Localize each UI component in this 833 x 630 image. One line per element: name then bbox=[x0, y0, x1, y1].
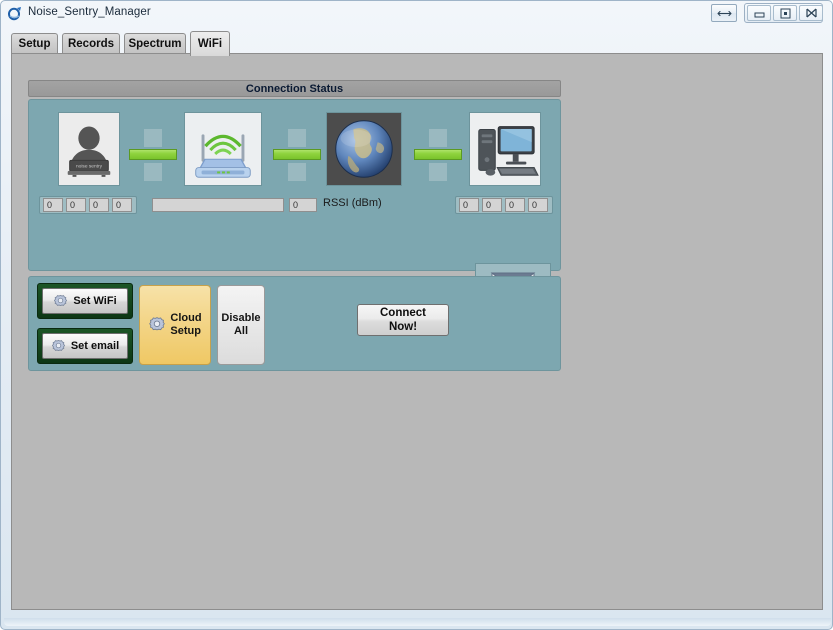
tab-records[interactable]: Records bbox=[62, 33, 120, 54]
minimize-button[interactable] bbox=[747, 5, 771, 21]
cloud-setup-label-line2: Setup bbox=[170, 325, 201, 337]
noise-sentry-device-icon: noise sentry bbox=[59, 113, 119, 185]
wifi-router-icon bbox=[185, 113, 261, 186]
gear-icon bbox=[51, 339, 65, 351]
wifi-router-tile bbox=[184, 112, 262, 186]
gear-icon bbox=[54, 294, 68, 306]
rssi-label: RSSI (dBm) bbox=[323, 197, 382, 209]
resize-arrows-icon bbox=[716, 10, 732, 16]
computer-tile bbox=[469, 112, 541, 186]
close-button[interactable] bbox=[799, 5, 823, 21]
connection-status-title: Connection Status bbox=[245, 82, 344, 95]
link-block-bottom bbox=[429, 163, 447, 181]
disable-all-button[interactable]: Disable All bbox=[217, 285, 265, 365]
cloud-setup-button[interactable]: Cloud Setup bbox=[139, 285, 211, 365]
set-wifi-label: Set WiFi bbox=[73, 295, 117, 307]
link-indicator-bar bbox=[414, 149, 462, 160]
maximize-icon bbox=[780, 8, 790, 18]
ssid-input[interactable] bbox=[152, 198, 284, 212]
window-title: Noise_Sentry_Manager bbox=[28, 6, 151, 18]
connection-diagram-panel: noise sentry 0 0 0 0 0 RSSI (dBm) 0 0 0 … bbox=[28, 99, 561, 313]
internet-globe-tile bbox=[326, 112, 402, 186]
application-window: Noise_Sentry_Manager Setup Records Spect… bbox=[0, 0, 833, 630]
disable-all-label-line2: All bbox=[233, 325, 249, 337]
link-block-bottom bbox=[144, 163, 162, 181]
wifi-controls-panel: Set WiFi Set email Cloud Setup Disable A… bbox=[28, 276, 561, 371]
connection-status-header: Connection Status bbox=[28, 80, 561, 97]
set-email-label: Set email bbox=[70, 340, 120, 352]
app-logo-icon bbox=[8, 7, 21, 21]
host-ip-octet-4[interactable]: 0 bbox=[528, 198, 548, 212]
tab-content-wifi: Connection Status noise sentry 0 0 0 0 0… bbox=[11, 53, 823, 610]
host-ip-group: 0 0 0 0 bbox=[455, 196, 553, 214]
title-bar: Noise_Sentry_Manager bbox=[1, 1, 833, 26]
tab-setup-label: Setup bbox=[18, 38, 51, 50]
link-internet-pc bbox=[414, 129, 462, 181]
globe-earth-icon bbox=[327, 113, 401, 186]
maximize-button[interactable] bbox=[773, 5, 797, 21]
cloud-setup-label-line1: Cloud bbox=[170, 312, 202, 324]
host-ip-octet-2[interactable]: 0 bbox=[482, 198, 502, 212]
link-block-top bbox=[429, 129, 447, 147]
link-block-top bbox=[144, 129, 162, 147]
link-indicator-bar bbox=[129, 149, 177, 160]
link-sensor-router bbox=[129, 129, 177, 181]
window-bottom-strip bbox=[4, 618, 831, 626]
sensor-ip-octet-1[interactable]: 0 bbox=[43, 198, 63, 212]
tab-wifi[interactable]: WiFi bbox=[190, 31, 230, 56]
sensor-ip-group: 0 0 0 0 bbox=[39, 196, 137, 214]
link-router-internet bbox=[273, 129, 321, 181]
svg-text:noise sentry: noise sentry bbox=[76, 164, 103, 170]
tab-spectrum[interactable]: Spectrum bbox=[124, 33, 186, 54]
gear-icon bbox=[149, 317, 166, 331]
minimize-icon bbox=[754, 12, 764, 17]
link-block-top bbox=[288, 129, 306, 147]
link-block-bottom bbox=[288, 163, 306, 181]
desktop-computer-icon bbox=[470, 113, 540, 185]
tab-records-label: Records bbox=[67, 38, 115, 50]
host-ip-octet-1[interactable]: 0 bbox=[459, 198, 479, 212]
tab-wifi-label: WiFi bbox=[197, 38, 223, 50]
set-email-button[interactable]: Set email bbox=[37, 328, 133, 364]
sensor-device-tile: noise sentry bbox=[58, 112, 120, 186]
connect-now-button[interactable]: Connect Now! bbox=[357, 304, 449, 336]
connect-now-label-line1: Connect bbox=[380, 307, 426, 319]
tab-setup[interactable]: Setup bbox=[11, 33, 58, 54]
set-wifi-button[interactable]: Set WiFi bbox=[37, 283, 133, 319]
disable-all-label-line1: Disable bbox=[221, 312, 261, 324]
close-icon bbox=[805, 8, 817, 18]
tab-bar: Setup Records Spectrum WiFi bbox=[11, 31, 823, 56]
sensor-ip-octet-4[interactable]: 0 bbox=[112, 198, 132, 212]
connect-now-label-line2: Now! bbox=[388, 321, 418, 333]
rssi-value-field[interactable]: 0 bbox=[289, 198, 317, 212]
sensor-ip-octet-3[interactable]: 0 bbox=[89, 198, 109, 212]
sensor-ip-octet-2[interactable]: 0 bbox=[66, 198, 86, 212]
resize-arrows-button[interactable] bbox=[711, 4, 737, 22]
tab-spectrum-label: Spectrum bbox=[128, 38, 182, 50]
host-ip-octet-3[interactable]: 0 bbox=[505, 198, 525, 212]
link-indicator-bar bbox=[273, 149, 321, 160]
